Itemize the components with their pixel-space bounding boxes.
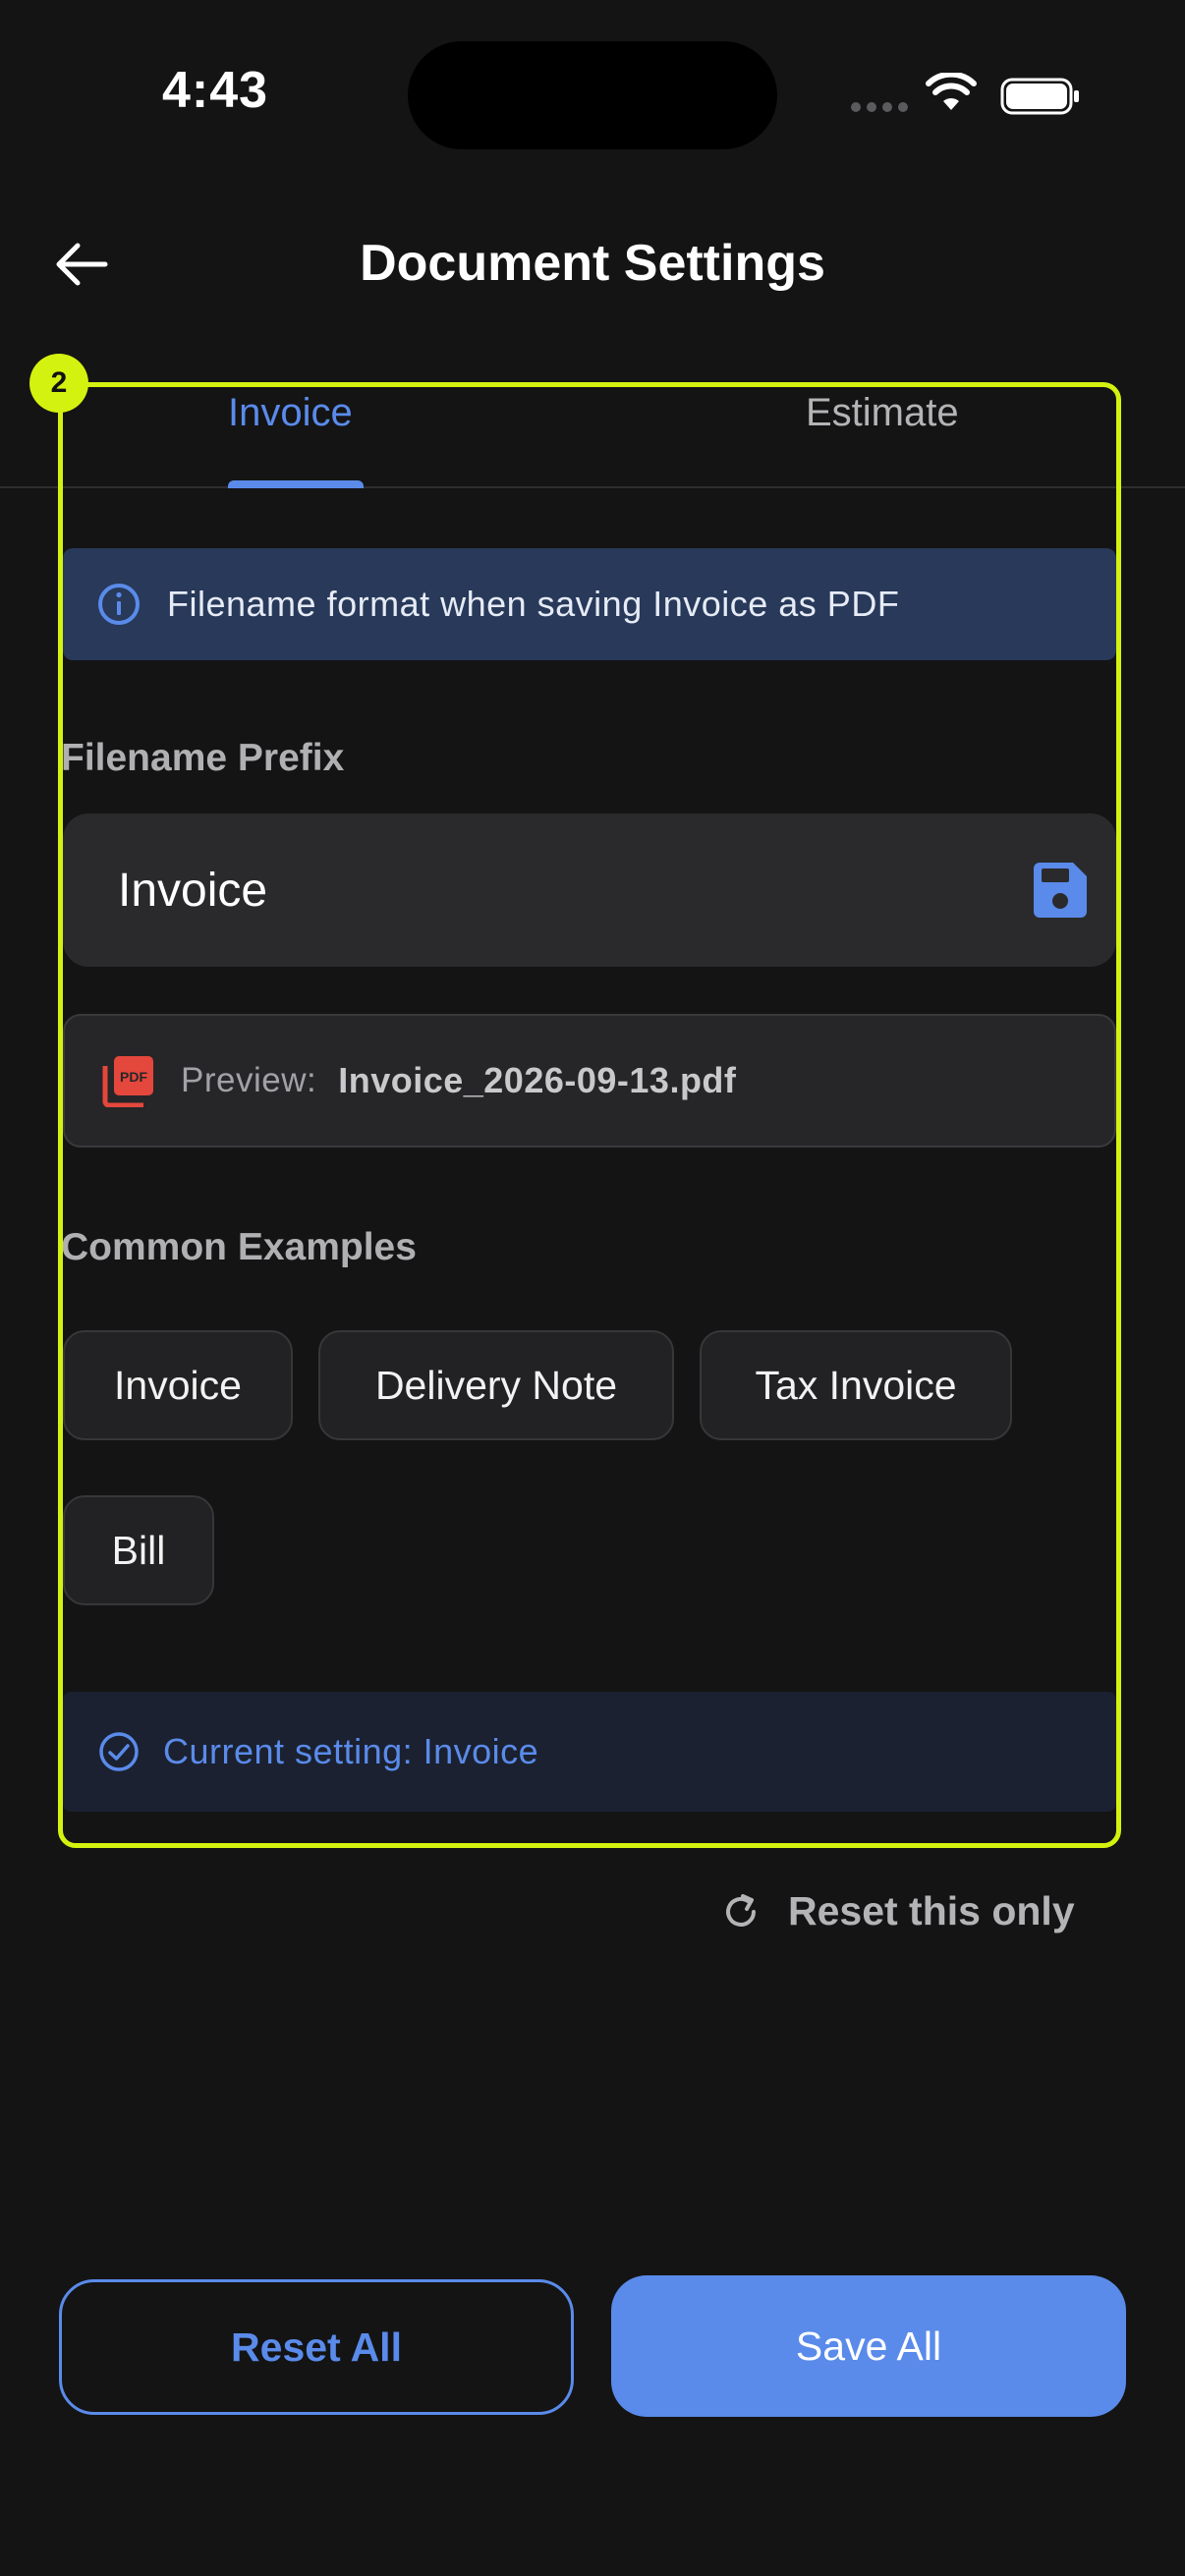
current-setting-banner: Current setting: Invoice bbox=[63, 1692, 1116, 1812]
save-all-button[interactable]: Save All bbox=[611, 2275, 1126, 2417]
svg-text:PDF: PDF bbox=[120, 1069, 147, 1085]
tab-estimate[interactable]: Estimate bbox=[806, 391, 959, 435]
save-prefix-button[interactable] bbox=[1028, 859, 1091, 922]
filename-prefix-label: Filename Prefix bbox=[61, 737, 345, 779]
page-title: Document Settings bbox=[360, 235, 825, 292]
status-time: 4:43 bbox=[162, 62, 269, 119]
current-setting-text: Current setting: Invoice bbox=[163, 1731, 539, 1771]
filename-prefix-input[interactable] bbox=[118, 863, 963, 918]
info-circle-icon bbox=[98, 584, 140, 625]
refresh-icon bbox=[726, 1893, 756, 1927]
reset-this-only-button[interactable]: Reset this only bbox=[721, 1888, 1075, 1934]
info-banner: Filename format when saving Invoice as P… bbox=[63, 548, 1116, 660]
reset-this-only-label: Reset this only bbox=[788, 1888, 1075, 1933]
common-examples-label: Common Examples bbox=[61, 1226, 417, 1268]
example-chip-invoice[interactable]: Invoice bbox=[63, 1330, 293, 1440]
check-circle-icon bbox=[99, 1732, 139, 1771]
tab-invoice[interactable]: Invoice bbox=[228, 391, 353, 435]
active-tab-indicator bbox=[228, 480, 364, 488]
floppy-disk-icon bbox=[1034, 863, 1087, 918]
signal-dots-icon bbox=[851, 102, 908, 112]
dynamic-island bbox=[408, 41, 777, 149]
reset-all-button[interactable]: Reset All bbox=[59, 2279, 574, 2415]
document-settings-screen: 4:43 Document Settings Invoice Estimate bbox=[0, 0, 1185, 2576]
wifi-icon bbox=[926, 71, 977, 117]
info-banner-text: Filename format when saving Invoice as P… bbox=[167, 584, 900, 624]
filename-preview: PDF Preview: Invoice_2026-09-13.pdf bbox=[63, 1014, 1116, 1148]
example-chip-delivery-note[interactable]: Delivery Note bbox=[318, 1330, 674, 1440]
tabs-divider bbox=[0, 486, 1185, 488]
preview-label: Preview: bbox=[181, 1061, 317, 1099]
highlight-badge: 2 bbox=[29, 354, 88, 413]
example-chip-tax-invoice[interactable]: Tax Invoice bbox=[700, 1330, 1012, 1440]
pdf-file-icon: PDF bbox=[102, 1056, 153, 1107]
preview-filename: Invoice_2026-09-13.pdf bbox=[338, 1060, 737, 1100]
filename-prefix-field bbox=[63, 813, 1116, 967]
example-chip-bill[interactable]: Bill bbox=[63, 1495, 214, 1605]
battery-icon bbox=[1000, 78, 1081, 120]
